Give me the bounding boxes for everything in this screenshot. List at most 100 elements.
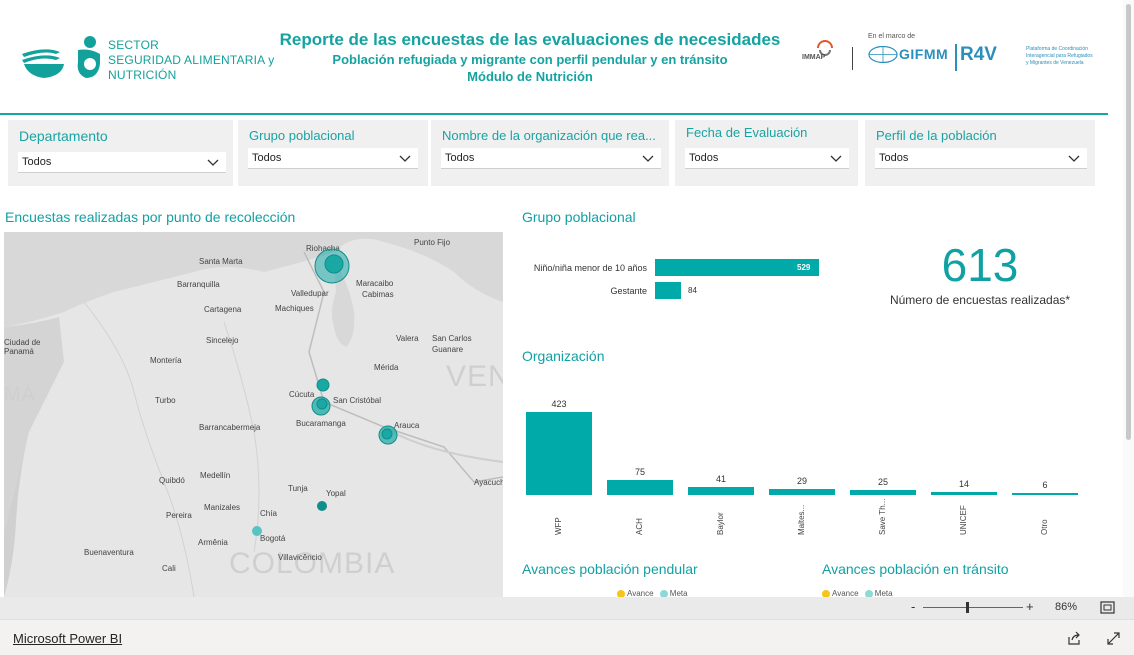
org-bar[interactable]: [850, 490, 916, 495]
bar-value-label: 84: [688, 286, 697, 295]
logo-divider: [852, 47, 853, 70]
slicer-perfil-poblacion: Perfil de la población Todos: [865, 120, 1095, 186]
slicer-grupo-poblacional: Grupo poblacional Todos: [238, 120, 428, 186]
partner-logos: IMMAP En el marco de GIFMM R4V Plataform…: [800, 30, 1100, 80]
org-category-label: Baylor: [716, 512, 725, 535]
chevron-down-icon: [642, 155, 654, 162]
slicer-title: Grupo poblacional: [249, 128, 355, 143]
org-bar[interactable]: [1012, 493, 1078, 495]
chevron-down-icon: [399, 155, 411, 162]
legend-meta-label: Meta: [669, 589, 688, 597]
bar-category-label: Niño/niña menor de 10 años: [533, 263, 647, 273]
slicer-departamento: Departamento Todos: [8, 120, 233, 186]
map-markers: [252, 248, 398, 536]
bar-category-label: Gestante: [610, 286, 647, 296]
map-point-bogota[interactable]: [252, 526, 262, 536]
org-category-label: ACH: [635, 518, 644, 535]
zoom-slider[interactable]: [923, 602, 1023, 613]
zoom-in-button[interactable]: +: [1026, 599, 1034, 614]
zoom-bar: - + 86%: [0, 597, 1134, 619]
legend-avance-label: Avance: [832, 589, 859, 597]
perfil-poblacion-dropdown[interactable]: Todos: [875, 148, 1087, 169]
org-category-label: WFP: [554, 517, 563, 535]
map-point-yopal[interactable]: [317, 501, 327, 511]
avances-transito-title: Avances población en tránsito: [822, 561, 1009, 577]
globe-icon: [868, 46, 898, 63]
grupo-chart-title: Grupo poblacional: [522, 209, 636, 225]
org-category-label: Otro: [1040, 519, 1049, 535]
dropdown-value: Todos: [445, 152, 475, 164]
fecha-evaluacion-dropdown[interactable]: Todos: [685, 148, 849, 169]
org-chart-title: Organización: [522, 348, 605, 364]
org-bar-value: 25: [877, 477, 888, 487]
dropdown-value: Todos: [252, 152, 282, 164]
map-point[interactable]: [316, 378, 330, 392]
org-bar-value: 29: [796, 476, 807, 486]
r4v-subtitle: Plataforma de Coordinación Interagencial…: [1026, 46, 1093, 66]
grupo-poblacional-chart[interactable]: Niño/niña menor de 10 años 529 Gestante …: [520, 250, 860, 310]
food-bowl-icon: [22, 36, 100, 78]
org-bar[interactable]: [526, 412, 592, 495]
legend-avance-label: Avance: [627, 589, 654, 597]
slicer-fecha-evaluacion: Fecha de Evaluación Todos: [675, 120, 858, 186]
fullscreen-icon[interactable]: [1106, 631, 1121, 646]
zoom-slider-thumb[interactable]: [966, 602, 969, 613]
fit-to-page-icon[interactable]: [1100, 601, 1115, 614]
report-subtitle: Población refugiada y migrante con perfi…: [332, 52, 728, 67]
departamento-dropdown[interactable]: Todos: [18, 152, 226, 173]
organizacion-chart[interactable]: 423 WFP 75 ACH 41 Baylor 29 Maltes... 25 Save Th.…: [520, 395, 1085, 535]
bar-ninos[interactable]: [655, 259, 819, 276]
org-bar[interactable]: [607, 480, 673, 495]
org-bar[interactable]: [688, 487, 754, 495]
org-bar-value: 41: [715, 474, 726, 484]
map-point[interactable]: [381, 428, 393, 440]
report-header: SECTOR SEGURIDAD ALIMENTARIA y NUTRICIÓN…: [0, 0, 1108, 115]
report-canvas: SECTOR SEGURIDAD ALIMENTARIA y NUTRICIÓN…: [0, 0, 1134, 597]
slicer-title: Departamento: [19, 128, 108, 144]
survey-points-map[interactable]: COLOMBIA VEN MÁ Riohacha Punto Fijo Sant…: [4, 232, 503, 597]
org-category-label: Maltes...: [797, 504, 806, 535]
legend-avance-dot: [822, 589, 830, 597]
share-icon[interactable]: [1067, 631, 1082, 646]
scrollbar-thumb[interactable]: [1126, 4, 1131, 440]
vertical-scrollbar[interactable]: [1123, 0, 1134, 597]
org-bar-value: 75: [634, 467, 645, 477]
org-bar[interactable]: [931, 492, 997, 495]
gifmm-logo: GIFMM: [899, 46, 949, 62]
dropdown-value: Todos: [689, 152, 719, 164]
grupo-poblacional-dropdown[interactable]: Todos: [248, 148, 418, 169]
legend-meta-dot: [864, 589, 873, 597]
legend-pendular: Avance Meta: [617, 589, 688, 597]
legend-transito: Avance Meta: [822, 589, 893, 597]
slicer-title: Nombre de la organización que rea...: [442, 128, 656, 143]
slicer-title: Fecha de Evaluación: [686, 125, 808, 140]
dropdown-value: Todos: [22, 156, 52, 168]
immap-logo: IMMAP: [802, 54, 826, 61]
report-title: Reporte de las encuestas de las evaluaci…: [279, 30, 781, 49]
zoom-out-button[interactable]: -: [911, 599, 915, 614]
report-titles: Reporte de las encuestas de las evaluaci…: [230, 29, 830, 85]
chevron-down-icon: [1068, 155, 1080, 162]
map-point[interactable]: [324, 254, 344, 274]
bar-gestante[interactable]: [655, 282, 681, 299]
map-point[interactable]: [316, 398, 328, 410]
kpi-label: Número de encuestas realizadas*: [889, 293, 1071, 307]
chevron-down-icon: [830, 155, 842, 162]
kpi-value: 613: [941, 239, 1019, 291]
chevron-down-icon: [207, 159, 219, 166]
powerbi-link[interactable]: Microsoft Power BI: [13, 631, 122, 646]
org-bar-value: 423: [551, 399, 567, 409]
en-el-marco-text: En el marco de: [868, 33, 916, 40]
slicer-title: Perfil de la población: [876, 128, 997, 143]
bar-value-label: 529: [797, 263, 811, 272]
slicer-organizacion: Nombre de la organización que rea... Tod…: [431, 120, 669, 186]
legend-meta-label: Meta: [874, 589, 893, 597]
legend-avance-dot: [617, 589, 625, 597]
organizacion-dropdown[interactable]: Todos: [441, 148, 661, 169]
org-bar-value: 6: [1042, 480, 1048, 490]
powerbi-footer: Microsoft Power BI: [0, 619, 1134, 655]
org-bar[interactable]: [769, 489, 835, 495]
report-module: Módulo de Nutrición: [467, 69, 593, 84]
legend-meta-dot: [659, 589, 668, 597]
zoom-level: 86%: [1055, 601, 1078, 613]
